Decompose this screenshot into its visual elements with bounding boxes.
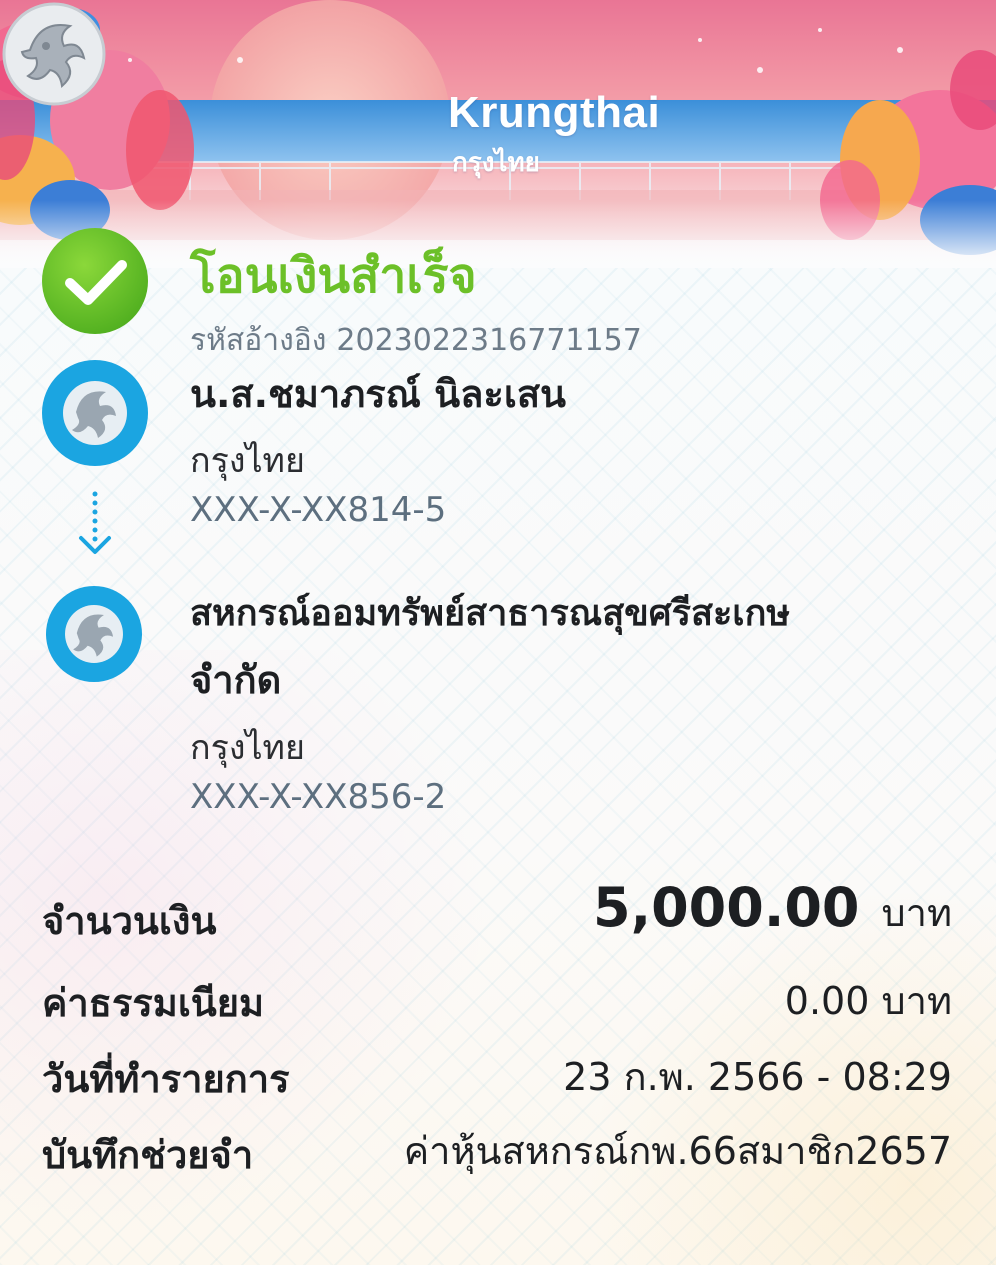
krungthai-logo-icon bbox=[2, 2, 106, 106]
reference-line: รหัสอ้างอิง 2023022316771157 bbox=[190, 317, 642, 364]
amount-value: 5,000.00 บาท bbox=[593, 876, 952, 943]
sender-name: น.ส.ชมาภรณ์ นิละเสน bbox=[190, 372, 566, 416]
receiver-name-line1: สหกรณ์ออมทรัพย์สาธารณสุขศรีสะเกษ bbox=[190, 593, 791, 634]
date-value: 23 ก.พ. 2566 - 08:29 bbox=[563, 1055, 952, 1099]
date-label: วันที่ทำรายการ bbox=[42, 1057, 290, 1101]
header-banner: Krungthai กรุงไทย bbox=[0, 0, 996, 268]
reference-label: รหัสอ้างอิง bbox=[190, 323, 327, 358]
receiver-name-line2: จำกัด bbox=[190, 658, 282, 702]
success-check-icon bbox=[42, 228, 148, 334]
memo-label: บันทึกช่วยจำ bbox=[42, 1133, 254, 1177]
amount-label: จำนวนเงิน bbox=[42, 899, 217, 943]
amount-unit: บาท bbox=[881, 891, 952, 935]
sender-account: XXX-X-XX814-5 bbox=[190, 490, 447, 530]
reference-number: 2023022316771157 bbox=[336, 323, 642, 358]
fee-value: 0.00 บาท bbox=[784, 979, 952, 1023]
sender-bank-avatar-icon bbox=[42, 360, 148, 466]
brand-name: Krungthai bbox=[448, 88, 661, 137]
sender-bank: กรุงไทย bbox=[190, 441, 305, 481]
receiver-account: XXX-X-XX856-2 bbox=[190, 777, 447, 817]
fee-label: ค่าธรรมเนียม bbox=[42, 981, 265, 1025]
status-title: โอนเงินสำเร็จ bbox=[190, 248, 477, 304]
amount-number: 5,000.00 bbox=[593, 876, 860, 939]
brand-name-thai: กรุงไทย bbox=[452, 148, 540, 178]
dotted-arrow-down-icon bbox=[79, 491, 111, 554]
receiver-bank-avatar-icon bbox=[46, 586, 142, 682]
receiver-bank: กรุงไทย bbox=[190, 728, 305, 768]
memo-value: ค่าหุ้นสหกรณ์กพ.66สมาชิก2657 bbox=[403, 1129, 952, 1173]
